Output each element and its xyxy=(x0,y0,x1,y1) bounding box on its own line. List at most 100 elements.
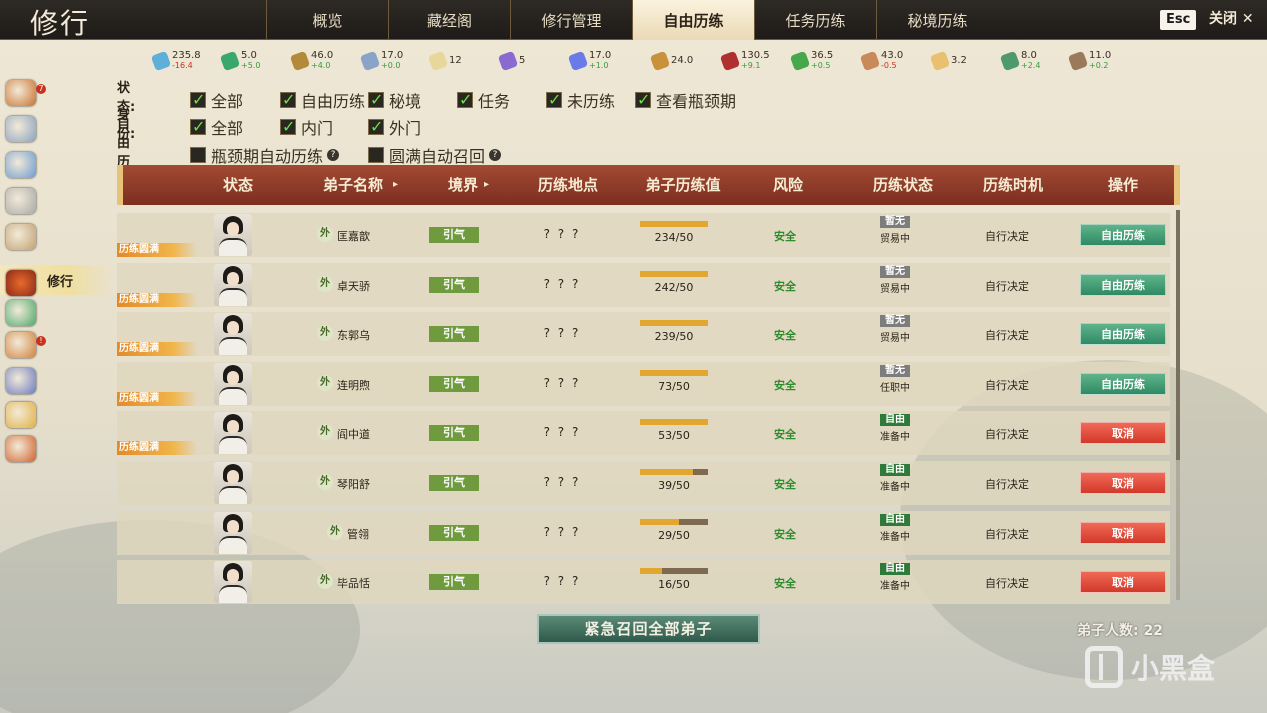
column-header[interactable]: 弟子名称 ▸ xyxy=(298,165,408,205)
avatar-body xyxy=(219,585,247,604)
cancel-button[interactable]: 取消 xyxy=(1080,422,1166,445)
disciple-name[interactable]: 琴阳舒 xyxy=(337,476,370,492)
jade-chest-icon[interactable] xyxy=(6,300,36,326)
status-filter-checkbox[interactable]: 自由历练 xyxy=(280,88,365,112)
tab-3[interactable]: 自由历练 xyxy=(632,0,754,40)
status-filter-checkbox[interactable]: 全部 xyxy=(190,88,243,112)
tab-2[interactable]: 修行管理 xyxy=(510,0,632,40)
table-row: 外管翎 引气 ? ? ? 29/50 安全 自由 准备中 自行决定 取消 xyxy=(117,510,1170,555)
resource-values: 130.5 +9.1 xyxy=(741,51,770,71)
identity-filter-checkbox[interactable]: 外门 xyxy=(368,115,421,139)
identity-filter-checkbox[interactable]: 内门 xyxy=(280,115,333,139)
auto-option-checkbox[interactable]: 圆满自动召回? xyxy=(368,143,502,167)
risk-text: 安全 xyxy=(774,527,796,541)
resource-values: 235.8 -16.4 xyxy=(172,51,201,71)
risk-text: 安全 xyxy=(774,230,796,243)
help-icon[interactable]: ? xyxy=(327,149,340,161)
resource-delta: +1.0 xyxy=(589,61,609,70)
training-value: 29/50 xyxy=(658,528,690,542)
table-row: 外琴阳舒 引气 ? ? ? 39/50 安全 自由 准备中 自行决定 取消 xyxy=(117,461,1170,505)
scrollbar-thumb[interactable] xyxy=(1176,210,1180,460)
cauldron-icon[interactable] xyxy=(6,270,36,296)
cancel-button[interactable]: 取消 xyxy=(1080,571,1166,594)
column-header[interactable]: 境界 ▸ xyxy=(423,165,503,205)
disciple-avatar[interactable] xyxy=(214,561,252,604)
disciple-avatar[interactable] xyxy=(214,263,252,306)
cancel-button[interactable]: 取消 xyxy=(1080,472,1166,494)
fire-orb-icon[interactable] xyxy=(6,436,36,462)
disciple-avatar[interactable] xyxy=(214,214,252,256)
resource-values: 17.0 +0.0 xyxy=(381,51,403,71)
identity-filter-checkbox[interactable]: 全部 xyxy=(190,115,243,139)
avatar-face xyxy=(227,222,239,236)
state-text: 贸易中 xyxy=(880,234,910,245)
status-filter-checkbox[interactable]: 任务 xyxy=(457,88,510,112)
column-header: 历练时机 xyxy=(982,176,1043,194)
jade-icon xyxy=(789,50,811,72)
gear-disc-icon[interactable] xyxy=(6,152,36,178)
tab-4[interactable]: 任务历练 xyxy=(754,0,876,40)
help-icon[interactable]: ? xyxy=(489,149,502,161)
disciple-avatar[interactable] xyxy=(214,462,252,504)
free-training-button[interactable]: 自由历练 xyxy=(1080,323,1166,346)
realm-badge: 引气 xyxy=(429,375,479,392)
disciple-name[interactable]: 管翎 xyxy=(347,526,369,542)
checkbox-checked-icon xyxy=(190,90,206,109)
checkbox-label: 自由历练 xyxy=(301,92,366,111)
disciple-avatar[interactable] xyxy=(214,362,252,405)
warriors-icon[interactable] xyxy=(6,368,36,394)
disciple-name[interactable]: 毕品恬 xyxy=(337,575,370,591)
disciple-name[interactable]: 匡嘉歆 xyxy=(337,228,370,244)
timing-text: 自行决定 xyxy=(985,279,1029,293)
free-training-button[interactable]: 自由历练 xyxy=(1080,273,1166,296)
training-progress-bar xyxy=(640,419,708,426)
disciple-name[interactable]: 卓天骄 xyxy=(337,278,370,294)
close-button[interactable]: 关闭 ✕ xyxy=(1209,8,1254,30)
status-filter-checkbox[interactable]: 秘境 xyxy=(368,88,421,112)
resource-values: 43.0 -0.5 xyxy=(881,51,903,71)
status-full-badge: 历练圆满 xyxy=(117,243,197,257)
disciple-avatar[interactable] xyxy=(214,313,252,356)
resource-value: 11.0 xyxy=(1089,50,1112,61)
status-filter-checkbox[interactable]: 查看瓶颈期 xyxy=(635,88,736,112)
disciple-name[interactable]: 阎中道 xyxy=(337,426,370,442)
gourd-icon xyxy=(929,50,951,72)
disciple-avatar[interactable] xyxy=(214,412,252,455)
recall-all-button[interactable]: 紧急召回全部弟子 xyxy=(537,614,760,644)
free-training-button[interactable]: 自由历练 xyxy=(1080,372,1166,395)
resource-values: 5 xyxy=(519,56,525,66)
table-row: 历练圆满 外连明煦 引气 ? ? ? 73/50 安全 暂无 任职中 自行决定 自由历练 xyxy=(117,361,1170,406)
location-text: ? ? ? xyxy=(543,375,581,390)
brush-icon[interactable] xyxy=(6,224,36,250)
disciple-name[interactable]: 连明煦 xyxy=(337,377,370,393)
scrollbar[interactable] xyxy=(1176,210,1180,600)
auto-option-checkbox[interactable]: 瓶颈期自动历练? xyxy=(190,143,340,167)
state-text: 准备中 xyxy=(880,581,910,593)
tab-5[interactable]: 秘境历练 xyxy=(876,0,998,40)
scroll-icon[interactable] xyxy=(6,188,36,214)
location-text: ? ? ? xyxy=(543,524,581,539)
tab-1[interactable]: 藏经阁 xyxy=(388,0,510,40)
cancel-button[interactable]: 取消 xyxy=(1080,521,1166,544)
status-full-badge: 历练圆满 xyxy=(117,292,197,307)
mountain-icon[interactable] xyxy=(6,116,36,142)
status-filter-checkbox[interactable]: 未历练 xyxy=(546,88,615,112)
resource-item: 24.0 xyxy=(649,47,693,75)
free-training-button[interactable]: 自由历练 xyxy=(1080,224,1166,246)
training-value: 239/50 xyxy=(654,330,694,344)
treasure-box-icon[interactable] xyxy=(6,332,36,358)
tab-0[interactable]: 概览 xyxy=(266,0,388,40)
book-icon[interactable] xyxy=(6,80,36,106)
gold-ingot-icon[interactable] xyxy=(6,402,36,428)
state-tag: 自由 xyxy=(880,464,910,476)
realm-badge: 引气 xyxy=(429,475,479,491)
disciple-name[interactable]: 东郭乌 xyxy=(337,327,370,343)
table-row: 历练圆满 外东郭乌 引气 ? ? ? 239/50 安全 暂无 贸易中 自行决定 自由历练 xyxy=(117,312,1170,357)
checkbox-checked-icon xyxy=(368,117,384,136)
disciple-avatar[interactable] xyxy=(214,511,252,554)
avatar-face xyxy=(227,370,239,385)
cloth-icon xyxy=(999,50,1021,72)
resource-value: 46.0 xyxy=(311,50,334,61)
sect-outer-icon: 外 xyxy=(317,573,333,590)
esc-key-hint: Esc xyxy=(1160,10,1197,30)
